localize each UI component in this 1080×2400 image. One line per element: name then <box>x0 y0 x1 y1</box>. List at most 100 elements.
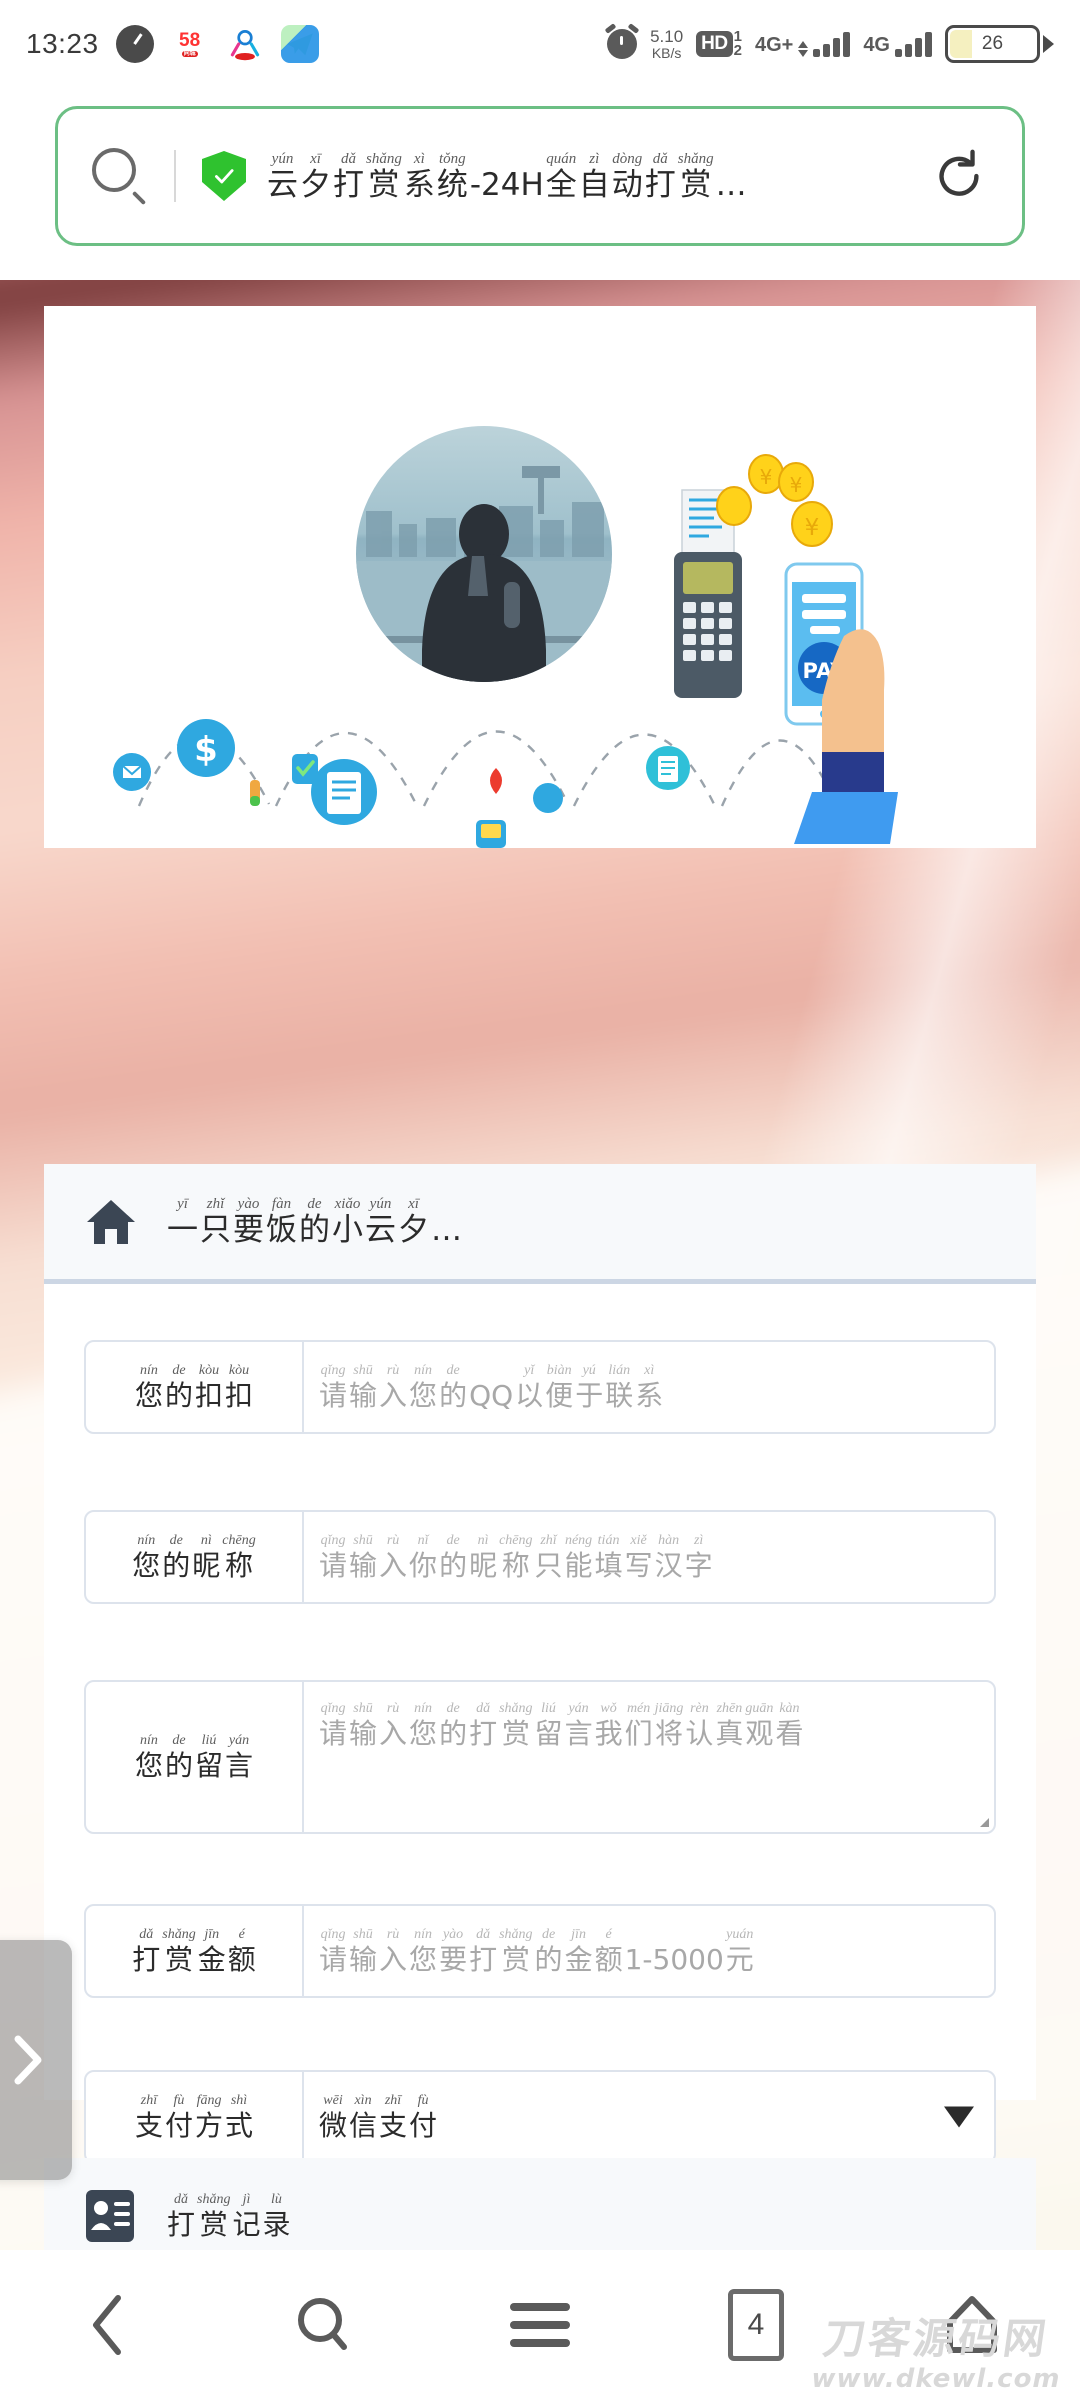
ruby-char: fù 付 <box>164 2093 193 2142</box>
ruby-char: zhǐ 只 <box>534 1533 563 1582</box>
home-button[interactable] <box>864 2250 1080 2400</box>
field-amount-label: dǎ 打 shǎng 赏 jīn 金 é 额 <box>86 1906 304 1996</box>
svg-text:¥: ¥ <box>790 473 803 497</box>
ruby-char: xī 夕 <box>300 151 331 201</box>
ruby-char: guān 观 <box>745 1701 774 1750</box>
page-content: $ ¥ ¥ ¥ PAY yī 一 zhǐ 只 yào 要 fàn 饭 de 的 … <box>0 280 1080 2319</box>
ruby-char: … <box>715 166 747 201</box>
ruby-char: nín 您 <box>409 1701 438 1750</box>
ruby-char: xiǎo 小 <box>332 1196 363 1248</box>
telegram-icon <box>280 25 319 63</box>
ruby-char: shū 输 <box>349 1927 378 1976</box>
ruby-char: hàn 汉 <box>654 1533 683 1582</box>
ruby-char: zì 字 <box>684 1533 713 1582</box>
home-icon <box>84 1195 138 1249</box>
address-bar-title[interactable]: yún 云 xī 夕 dǎ 打 shǎng 赏 xì 系 tǒng 统 -24H quán 全 zì 自 dòn… <box>266 152 914 201</box>
ruby-char: nín 您 <box>134 1733 163 1782</box>
ruby-char: fāng 方 <box>195 2093 224 2142</box>
qq-browser-icon <box>225 25 264 63</box>
ruby-char: de 的 <box>299 1196 330 1248</box>
site-header[interactable]: yī 一 zhǐ 只 yào 要 fàn 饭 de 的 xiǎo 小 yún 云 xī 夕 … <box>44 1164 1036 1284</box>
ruby-char: mén 们 <box>624 1701 653 1750</box>
ruby-char: kòu 扣 <box>195 1363 224 1412</box>
ruby-char: lián 联 <box>605 1363 634 1412</box>
ruby-char: de 的 <box>164 1733 193 1782</box>
ruby-char: qǐng 请 <box>319 1701 348 1750</box>
ruby-char: biàn 便 <box>545 1363 574 1412</box>
ruby-char: yào 要 <box>233 1196 264 1248</box>
sim1-signal-bars <box>813 31 851 57</box>
ruby-char: zhī 支 <box>379 2093 408 2142</box>
ruby-char: yuán 元 <box>725 1927 754 1976</box>
field-nickname[interactable]: nín 您 de 的 nì 昵 chēng 称 qǐng 请 shū 输 rù 入 nǐ 你 de 的 nì 昵 ch… <box>84 1510 996 1604</box>
sim2-signal-bars <box>895 31 932 57</box>
menu-button[interactable] <box>432 2250 648 2400</box>
toolbar-divider <box>174 150 176 202</box>
refresh-icon[interactable] <box>930 147 988 205</box>
home-outline-icon <box>947 2296 997 2353</box>
ruby-char: yǐ 以 <box>515 1363 544 1412</box>
ruby-char: -24H <box>469 166 544 201</box>
badge-58-bottom: 同城 <box>181 51 198 57</box>
field-nickname-input[interactable]: qǐng 请 shū 输 rù 入 nǐ 你 de 的 nì 昵 chēng 称 zhǐ 只 néng 能 tián… <box>304 1512 994 1602</box>
search-button[interactable] <box>216 2250 432 2400</box>
ruby-char: qǐng 请 <box>319 1363 348 1412</box>
ruby-char: quán 全 <box>545 151 577 201</box>
field-amount[interactable]: dǎ 打 shǎng 赏 jīn 金 é 额 qǐng 请 shū 输 rù 入 nín 您 yào 要 dǎ 打 s… <box>84 1904 996 1998</box>
ruby-char: shǎng赏 <box>499 1927 533 1976</box>
chevron-down-icon[interactable] <box>944 2106 974 2128</box>
field-message[interactable]: nín 您 de 的 liú 留 yán 言 qǐng 请 shū 输 rù 入 nín 您 de 的 dǎ 打 sh… <box>84 1680 996 1834</box>
ruby-char: jì 记 <box>232 2192 261 2241</box>
ruby-char: tǒng 统 <box>436 151 468 201</box>
textarea-resize-handle[interactable] <box>978 1816 990 1828</box>
ruby-char: dǎ打 <box>132 1927 161 1976</box>
ruby-char: fàn 饭 <box>266 1196 297 1248</box>
ruby-char: shǎng赏 <box>366 151 402 201</box>
ruby-char: yún 云 <box>365 1196 396 1248</box>
ruby-char: fù 付 <box>409 2093 438 2142</box>
battery-percent: 26 <box>981 33 1004 54</box>
ruby-char: xiě 写 <box>624 1533 653 1582</box>
ruby-char: nín 您 <box>409 1927 438 1976</box>
ruby-char: é额 <box>227 1927 256 1976</box>
field-amount-input[interactable]: qǐng 请 shū 输 rù 入 nín 您 yào 要 dǎ 打 shǎng 赏 de 的 jīn 金 é 额 1… <box>304 1906 994 1996</box>
ruby-char: jīn 金 <box>564 1927 593 1976</box>
browser-bottom-nav: 4 刀客源码网 www.dkewl.com <box>0 2250 1080 2400</box>
ruby-char: jiāng 将 <box>654 1701 684 1750</box>
field-payment-select[interactable]: wēi 微 xìn 信 zhī 支 fù 付 <box>304 2072 994 2162</box>
ruby-char: shū 输 <box>349 1363 378 1412</box>
ruby-char: shǎng赏 <box>162 1927 196 1976</box>
field-message-textarea[interactable]: qǐng 请 shū 输 rù 入 nín 您 de 的 dǎ 打 shǎng 赏 liú 留 yán 言 wǒ 我 m… <box>304 1682 994 1832</box>
status-bar-right: 5.10 KB/s HD 1 2 4G+ 4G 26 <box>607 25 1054 63</box>
field-qq[interactable]: nín 您 de 的 kòu 扣 kòu 扣 qǐng 请 shū 输 rù 入 nín 您 de 的 QQ yǐ… <box>84 1340 996 1434</box>
ruby-char: lù 录 <box>262 2192 291 2241</box>
address-bar[interactable]: yún 云 xī 夕 dǎ 打 shǎng 赏 xì 系 tǒng 统 -24H quán 全 zì 自 dòn… <box>55 106 1025 246</box>
ruby-char: kàn 看 <box>775 1701 804 1750</box>
edge-swipe-handle[interactable] <box>0 1940 72 2180</box>
ruby-char: shǎng赏 <box>677 151 714 201</box>
ruby-char: liú 留 <box>195 1733 224 1782</box>
field-payment-method[interactable]: zhī 支 fù 付 fāng 方 shì 式 wēi 微 xìn 信 zhī 支 fù 付 <box>84 2070 996 2164</box>
field-payment-label: zhī 支 fù 付 fāng 方 shì 式 <box>86 2072 304 2162</box>
tabs-button[interactable]: 4 <box>648 2250 864 2400</box>
network-speed-value: 5.10 <box>650 26 684 46</box>
ruby-char: kòu 扣 <box>225 1363 254 1412</box>
records-title-text: dǎ 打 shǎng 赏 jì 记 lù 录 <box>166 2193 292 2239</box>
field-message-label: nín 您 de 的 liú 留 yán 言 <box>86 1682 304 1832</box>
ruby-char: dòng 动 <box>611 151 643 201</box>
ruby-char: de 的 <box>534 1927 563 1976</box>
ruby-char: dǎ打 <box>167 2192 196 2241</box>
battery-icon: 26 <box>945 25 1054 63</box>
ruby-char: rù 入 <box>379 1927 408 1976</box>
field-qq-input[interactable]: qǐng 请 shū 输 rù 入 nín 您 de 的 QQ yǐ 以 biàn 便 yú 于 lián 联 xì… <box>304 1342 994 1432</box>
ruby-char: liú 留 <box>534 1701 563 1750</box>
back-button[interactable] <box>0 2250 216 2400</box>
search-icon[interactable] <box>92 148 148 206</box>
hd-slots: 1 2 <box>734 29 742 59</box>
banner-illustration: $ ¥ ¥ ¥ PAY <box>44 306 1036 848</box>
ruby-char: yán 言 <box>564 1701 593 1750</box>
sim1-signal-icon: 4G+ <box>755 31 851 57</box>
ruby-char: rù 入 <box>379 1533 408 1582</box>
status-clock: 13:23 <box>26 28 99 59</box>
ruby-char: 1-5000 <box>624 1943 724 1976</box>
